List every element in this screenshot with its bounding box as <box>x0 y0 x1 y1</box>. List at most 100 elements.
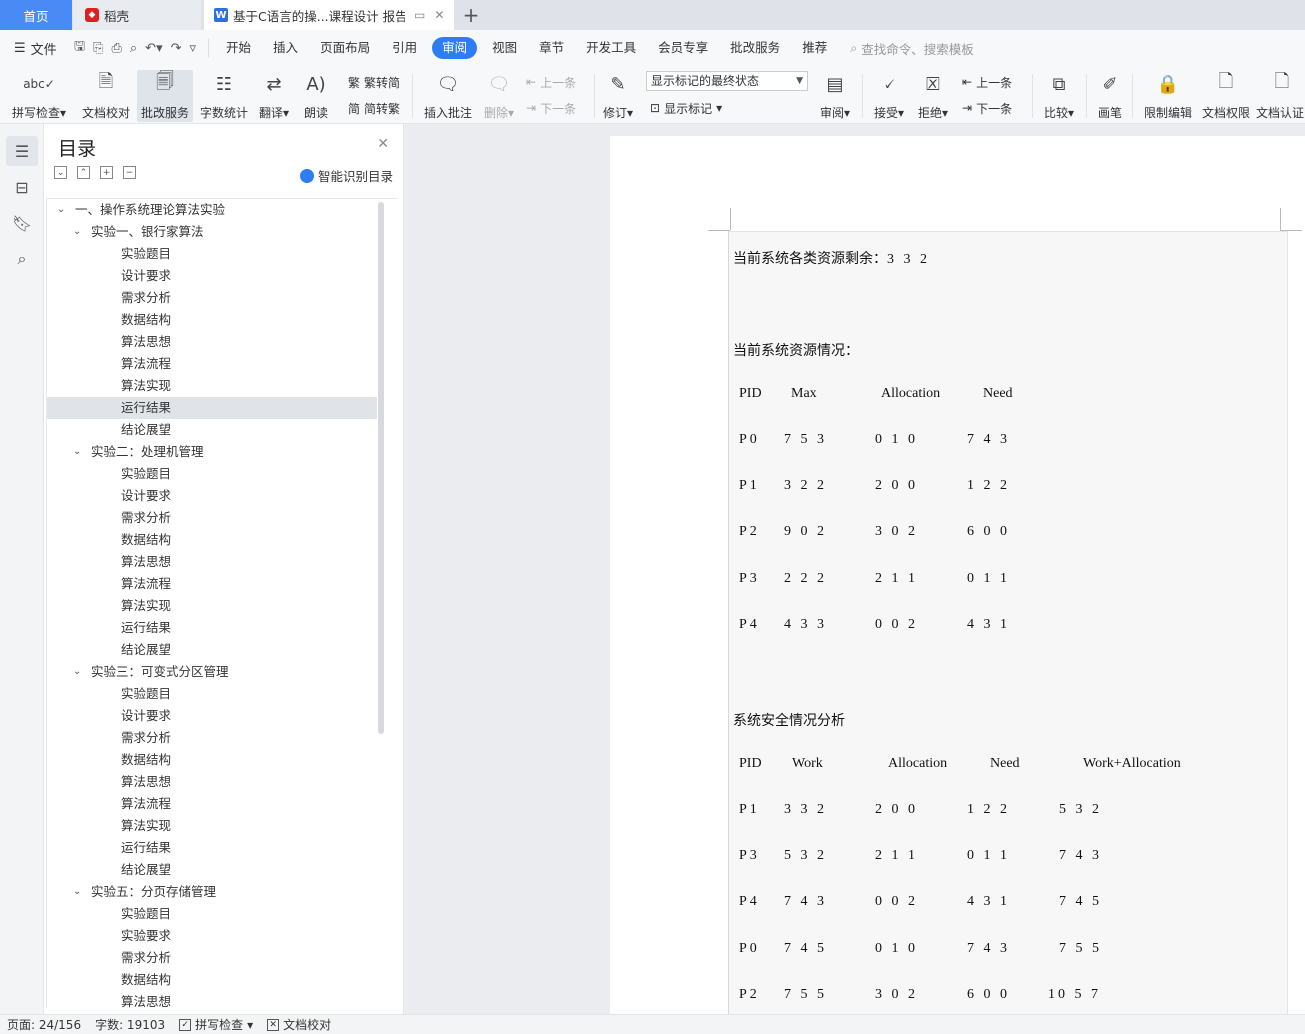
trad-to-simp-button[interactable]: 繁繁转简 <box>348 72 400 92</box>
save-icon[interactable]: 🖫 <box>74 37 85 59</box>
doc-cert-button[interactable]: 🗋 文档认证 <box>1256 70 1305 122</box>
toc-item[interactable]: 结论展望 <box>47 859 398 881</box>
toc-item[interactable]: ⌄ 实验二：处理机管理 <box>47 441 398 463</box>
simp-to-trad-button[interactable]: 简简转繁 <box>348 98 400 118</box>
menu-item[interactable]: 引用 <box>381 37 428 59</box>
expand-all-icon[interactable]: ⌄ <box>54 166 67 179</box>
file-menu[interactable]: ☰ 文件 <box>0 39 74 58</box>
add-heading-icon[interactable]: + <box>100 166 113 179</box>
toc-item[interactable]: 算法实现 <box>47 595 398 617</box>
show-markup-button[interactable]: ⊡ 显示标记 ▾ <box>650 98 722 118</box>
toc-item[interactable]: 数据结构 <box>47 969 398 991</box>
toc-item[interactable]: ⌄ 实验一、银行家算法 <box>47 221 398 243</box>
tab-close-icon[interactable]: ✕ <box>434 8 444 22</box>
doc-permission-button[interactable]: 🗋 文档权限 <box>1198 70 1254 122</box>
toc-item[interactable]: ⌄ 实验三：可变式分区管理 <box>47 661 398 683</box>
next-comment-button[interactable]: ⇥ 下一条 <box>526 98 576 118</box>
toc-item[interactable]: 数据结构 <box>47 529 398 551</box>
menu-item[interactable]: 页面布局 <box>309 37 381 59</box>
bookmark-icon[interactable]: 🔖︎ <box>6 208 38 238</box>
doc-proof-button[interactable]: 🗎 文档校对 <box>78 70 134 122</box>
menu-item[interactable]: 批改服务 <box>719 37 791 59</box>
toc-item[interactable]: ⌄ 一、操作系统理论算法实验 <box>47 199 398 221</box>
read-aloud-button[interactable]: A) 朗读 <box>298 70 334 122</box>
chevron-down-icon[interactable]: ⌄ <box>73 221 81 243</box>
menu-item[interactable]: 推荐 <box>791 37 838 59</box>
toc-item[interactable]: 实验要求 <box>47 925 398 947</box>
toc-item[interactable]: 算法流程 <box>47 793 398 815</box>
chevron-down-icon[interactable]: ⌄ <box>73 661 81 683</box>
toc-item[interactable]: 运行结果 <box>47 837 398 859</box>
restrict-edit-button[interactable]: 🔒 限制编辑 <box>1140 70 1196 122</box>
print-icon[interactable]: ⎙ <box>111 41 121 56</box>
toc-item[interactable]: 设计要求 <box>47 265 398 287</box>
toc-item[interactable]: 算法流程 <box>47 573 398 595</box>
window-restore-icon[interactable]: ▭ <box>414 8 425 22</box>
command-search[interactable]: ⌕ 查找命令、搜索模板 <box>850 39 974 58</box>
spell-check-button[interactable]: abc✓ 拼写检查▾ <box>8 70 70 122</box>
toc-item[interactable]: 结论展望 <box>47 419 398 441</box>
chevron-down-icon[interactable]: ⌄ <box>57 199 65 221</box>
toc-item[interactable]: 数据结构 <box>47 749 398 771</box>
result-text-box[interactable]: 当前系统各类资源剩余：3 3 2 当前系统资源情况： 系统安全情况分析 PID M… <box>728 231 1288 1014</box>
toc-item[interactable]: 算法思想 <box>47 991 398 1008</box>
document-page[interactable]: 当前系统各类资源剩余：3 3 2 当前系统资源情况： 系统安全情况分析 PID M… <box>610 136 1305 1014</box>
toc-item[interactable]: 需求分析 <box>47 507 398 529</box>
menu-item[interactable]: 审阅 <box>432 37 478 59</box>
accept-button[interactable]: 🗸 接受▾ <box>870 70 908 122</box>
tab-document[interactable]: W 基于C语言的操...课程设计 报告 ▭ ✕ <box>204 0 454 30</box>
tab-daoke[interactable]: ◆ 稻壳 <box>73 0 201 30</box>
chevron-down-icon[interactable]: ⌄ <box>73 441 81 463</box>
menu-item[interactable]: 开发工具 <box>575 37 647 59</box>
print-preview-icon[interactable]: ⌕ <box>130 41 137 56</box>
review-pane-button[interactable]: ▤ 审阅▾ <box>816 70 854 122</box>
toc-item[interactable]: 算法思想 <box>47 331 398 353</box>
collapse-all-icon[interactable]: ⌃ <box>77 166 90 179</box>
menu-item[interactable]: 章节 <box>528 37 575 59</box>
new-tab-button[interactable]: + <box>458 0 484 30</box>
reject-button[interactable]: 🗵 拒绝▾ <box>914 70 952 122</box>
customize-toolbar-icon[interactable]: ▿ <box>190 41 197 56</box>
toc-item[interactable]: 算法思想 <box>47 551 398 573</box>
remove-heading-icon[interactable]: − <box>123 166 136 179</box>
doc-proof-status[interactable]: ✕ 文档校对 <box>260 1016 338 1033</box>
chevron-down-icon[interactable]: ⌄ <box>73 881 81 903</box>
redo-icon[interactable]: ↷ <box>171 41 182 56</box>
correction-service-button[interactable]: 🗐 批改服务 <box>137 70 193 122</box>
toc-item[interactable]: 需求分析 <box>47 947 398 969</box>
toc-item[interactable]: 实验题目 <box>47 903 398 925</box>
insert-comment-button[interactable]: 🗨 插入批注 <box>420 70 476 122</box>
toc-item[interactable]: 运行结果 <box>47 617 398 639</box>
toc-item[interactable]: 实验题目 <box>47 683 398 705</box>
toc-item[interactable]: 算法流程 <box>47 353 398 375</box>
chapter-nav-icon[interactable]: ⊟ <box>6 172 38 202</box>
spell-check-status[interactable]: ✓ 拼写检查 ▾ <box>172 1016 260 1033</box>
menu-item[interactable]: 视图 <box>481 37 528 59</box>
prev-comment-button[interactable]: ⇤ 上一条 <box>526 72 576 92</box>
pen-button[interactable]: ✐ 画笔 <box>1094 70 1126 122</box>
tab-home[interactable]: 首页 <box>0 0 72 30</box>
toc-item[interactable]: 算法思想 <box>47 771 398 793</box>
toc-item[interactable]: 设计要求 <box>47 705 398 727</box>
word-count-indicator[interactable]: 字数: 19103 <box>88 1016 172 1033</box>
compare-button[interactable]: ⧉ 比较▾ <box>1040 70 1078 122</box>
next-change-button[interactable]: ⇥ 下一条 <box>962 98 1012 118</box>
toc-item[interactable]: ⌄ 实验五：分页存储管理 <box>47 881 398 903</box>
toc-scrollbar[interactable] <box>378 202 384 734</box>
menu-item[interactable]: 会员专享 <box>647 37 719 59</box>
word-count-button[interactable]: ☷ 字数统计 <box>197 70 251 122</box>
menu-item[interactable]: 开始 <box>215 37 262 59</box>
toc-item[interactable]: 算法实现 <box>47 375 398 397</box>
delete-comment-button[interactable]: 🗨 删除▾ <box>480 70 518 122</box>
menu-item[interactable]: 插入 <box>262 37 309 59</box>
toc-item[interactable]: 需求分析 <box>47 727 398 749</box>
toc-item[interactable]: 算法实现 <box>47 815 398 837</box>
toc-item[interactable]: 实验题目 <box>47 463 398 485</box>
toc-item[interactable]: 需求分析 <box>47 287 398 309</box>
prev-change-button[interactable]: ⇤ 上一条 <box>962 72 1012 92</box>
toc-item[interactable]: 实验题目 <box>47 243 398 265</box>
export-pdf-icon[interactable]: ⎘ <box>93 41 103 56</box>
translate-button[interactable]: ⇄ 翻译▾ <box>256 70 292 122</box>
track-changes-button[interactable]: ✎ 修订▾ <box>600 70 636 122</box>
toc-item[interactable]: 数据结构 <box>47 309 398 331</box>
